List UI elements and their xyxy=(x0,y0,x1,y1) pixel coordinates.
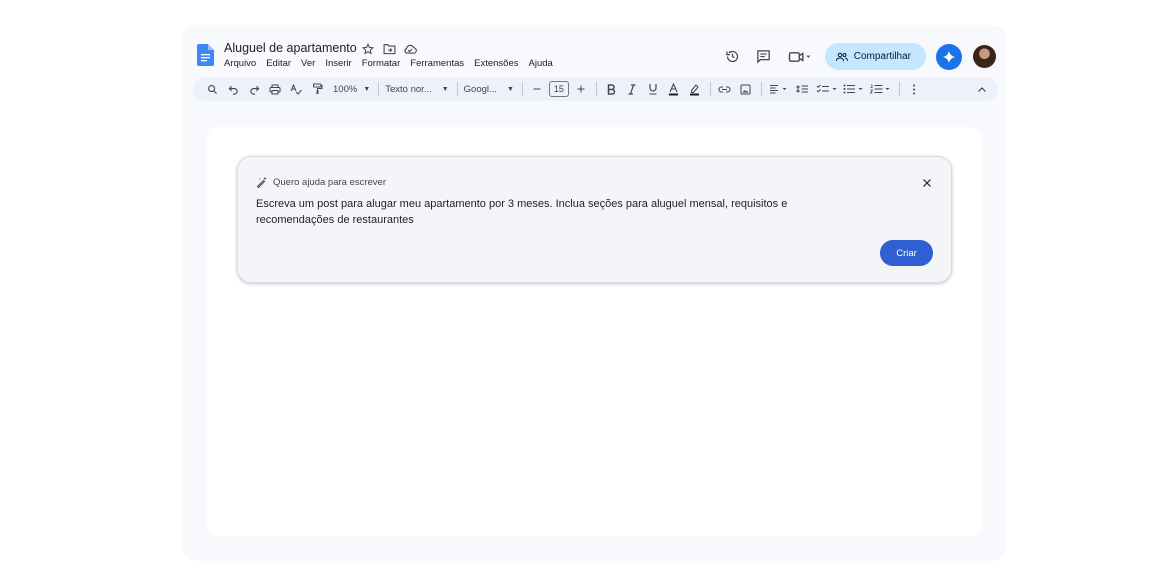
magic-pen-icon xyxy=(256,177,267,188)
toolbar-divider xyxy=(898,82,900,96)
style-dropdown[interactable]: Texto nor... ▼ xyxy=(385,84,448,95)
docs-logo-icon[interactable] xyxy=(197,44,214,71)
numbered-list-dropdown-icon[interactable] xyxy=(869,79,892,99)
menu-editar[interactable]: Editar xyxy=(266,58,291,69)
meet-icon[interactable] xyxy=(783,44,817,70)
version-history-icon[interactable] xyxy=(720,44,746,70)
spellcheck-icon[interactable] xyxy=(288,79,304,99)
font-size-input[interactable]: 15 xyxy=(548,81,569,97)
collapse-menus-icon[interactable] xyxy=(974,79,990,99)
help-me-write-header: Quero ajuda para escrever xyxy=(256,176,386,188)
caret-down-icon: ▼ xyxy=(441,85,449,93)
decrease-font-size-icon[interactable] xyxy=(529,79,545,99)
toolbar-divider xyxy=(595,82,597,96)
caret-down-icon: ▼ xyxy=(363,85,371,93)
close-icon[interactable] xyxy=(920,176,934,190)
star-icon[interactable] xyxy=(360,41,376,57)
comments-icon[interactable] xyxy=(751,44,777,70)
text-color-icon[interactable] xyxy=(666,79,682,99)
toolbar-divider xyxy=(760,82,762,96)
bold-icon[interactable] xyxy=(603,79,619,99)
menu-extensoes[interactable]: Extensões xyxy=(474,58,518,69)
share-button[interactable]: Compartilhar xyxy=(824,43,926,70)
create-button[interactable]: Criar xyxy=(880,240,933,266)
toolbar-divider xyxy=(378,82,380,96)
toolbar-divider xyxy=(521,82,523,96)
gemini-spark-icon xyxy=(942,50,956,63)
formatting-toolbar: 100% ▼ Texto nor... ▼ Googl... ▼ 15 xyxy=(193,77,998,101)
menu-inserir[interactable]: Inserir xyxy=(325,58,351,69)
search-icon[interactable] xyxy=(204,79,220,99)
share-label: Compartilhar xyxy=(853,51,911,62)
menu-ver[interactable]: Ver xyxy=(301,58,315,69)
menu-ferramentas[interactable]: Ferramentas xyxy=(410,58,464,69)
italic-icon[interactable] xyxy=(624,79,640,99)
move-folder-icon[interactable] xyxy=(381,41,397,57)
paint-format-icon[interactable] xyxy=(309,79,325,99)
prompt-text[interactable]: Escreva um post para alugar meu apartame… xyxy=(256,196,806,228)
menu-formatar[interactable]: Formatar xyxy=(362,58,401,69)
zoom-value: 100% xyxy=(333,83,358,95)
help-me-write-heading: Quero ajuda para escrever xyxy=(273,176,387,188)
menu-bar: Arquivo Editar Ver Inserir Formatar Ferr… xyxy=(224,58,563,69)
style-value: Texto nor... xyxy=(385,83,432,95)
document-title[interactable]: Aluguel de apartamento xyxy=(224,41,357,55)
bulleted-list-dropdown-icon[interactable] xyxy=(843,79,865,99)
more-options-icon[interactable] xyxy=(906,79,922,99)
line-spacing-icon[interactable] xyxy=(795,79,811,99)
caret-down-icon: ▼ xyxy=(506,85,514,93)
toolbar-divider xyxy=(709,82,711,96)
document-page[interactable]: Quero ajuda para escrever Escreva um pos… xyxy=(207,127,982,536)
insert-link-icon[interactable] xyxy=(717,79,733,99)
people-icon xyxy=(835,52,848,61)
increase-font-size-icon[interactable] xyxy=(573,79,589,99)
highlight-color-icon[interactable] xyxy=(687,79,703,99)
zoom-dropdown[interactable]: 100% ▼ xyxy=(333,84,370,95)
align-dropdown-icon[interactable] xyxy=(768,79,790,99)
gemini-button[interactable] xyxy=(936,43,962,70)
font-dropdown[interactable]: Googl... ▼ xyxy=(464,84,514,95)
print-icon[interactable] xyxy=(267,79,283,99)
avatar[interactable] xyxy=(973,45,996,68)
font-value: Googl... xyxy=(463,83,497,95)
checklist-dropdown-icon[interactable] xyxy=(816,79,838,99)
menu-ajuda[interactable]: Ajuda xyxy=(529,58,553,69)
underline-icon[interactable] xyxy=(645,79,661,99)
toolbar-divider xyxy=(456,82,458,96)
docs-window: Aluguel de apartamento Arquivo Editar Ve… xyxy=(182,25,1006,561)
undo-icon[interactable] xyxy=(225,79,241,99)
menu-arquivo[interactable]: Arquivo xyxy=(224,58,256,69)
cloud-status-icon[interactable] xyxy=(402,41,418,57)
help-me-write-card: Quero ajuda para escrever Escreva um pos… xyxy=(237,156,952,283)
redo-icon[interactable] xyxy=(246,79,262,99)
insert-image-icon[interactable] xyxy=(738,79,754,99)
